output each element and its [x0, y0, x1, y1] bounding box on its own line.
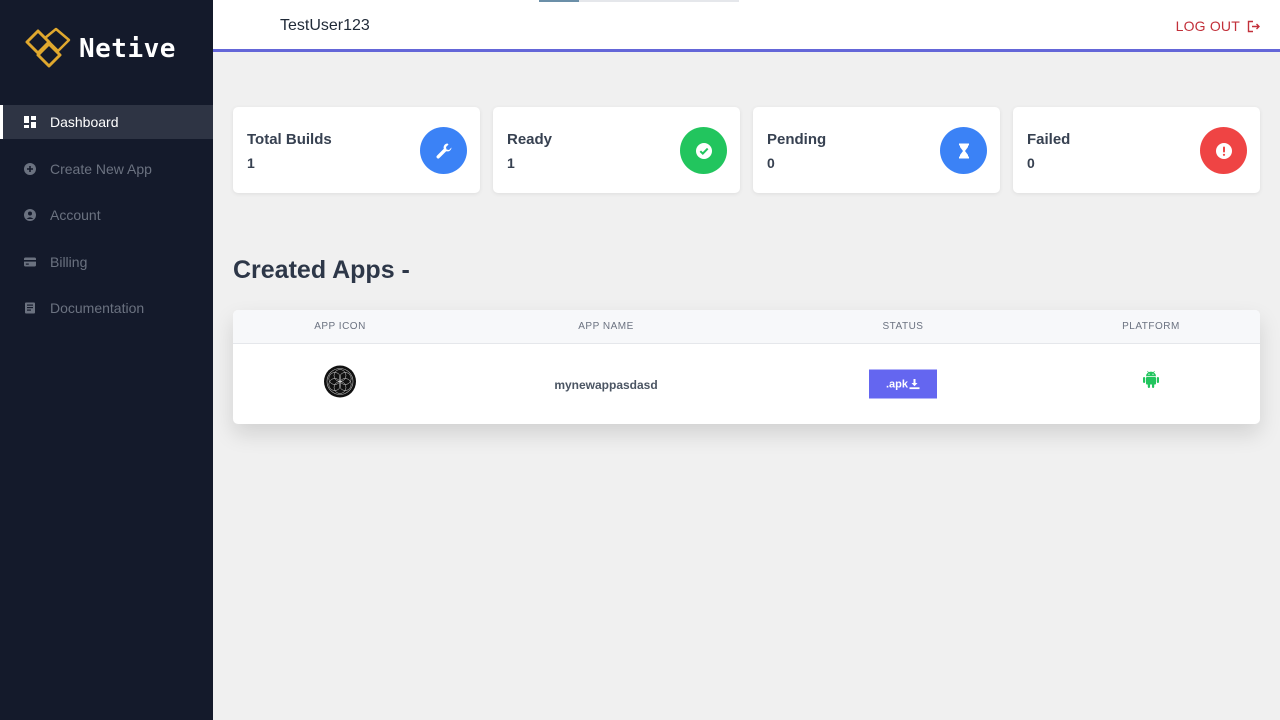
stat-card-ready: Ready 1	[493, 107, 740, 193]
column-header-app-icon: APP ICON	[314, 321, 366, 332]
stat-title: Failed	[1027, 131, 1071, 148]
stat-card-failed: Failed 0	[1013, 107, 1260, 193]
stat-card-total-builds: Total Builds 1	[233, 107, 480, 193]
plus-circle-icon	[24, 162, 36, 175]
credit-card-icon	[24, 256, 36, 268]
book-icon	[24, 302, 36, 314]
sidebar-item-label: Dashboard	[50, 114, 119, 130]
brand[interactable]: Netive	[25, 26, 176, 72]
sidebar-item-label: Create New App	[50, 160, 152, 177]
sidebar-item-label: Account	[50, 207, 101, 223]
wrench-icon	[420, 127, 467, 174]
stat-card-pending: Pending 0	[753, 107, 1000, 193]
sidebar-item-documentation[interactable]: Documentation	[0, 291, 213, 325]
exclamation-icon	[1200, 127, 1247, 174]
dashboard-icon	[24, 116, 36, 128]
header-scroll-indicator	[539, 0, 739, 2]
android-icon	[1143, 370, 1160, 394]
sidebar: Netive Dashboard Create New App Account …	[0, 0, 213, 720]
top-header: TestUser123 LOG OUT	[213, 0, 1280, 52]
sidebar-item-account[interactable]: Account	[0, 198, 213, 232]
logout-label: LOG OUT	[1175, 18, 1240, 34]
sidebar-item-label: Billing	[50, 253, 88, 270]
sidebar-item-create-new-app[interactable]: Create New App	[0, 152, 213, 186]
sidebar-item-billing[interactable]: Billing	[0, 245, 213, 279]
logout-icon	[1247, 20, 1260, 32]
stat-title: Pending	[767, 131, 827, 148]
column-header-status: STATUS	[882, 321, 924, 332]
download-apk-button[interactable]: .apk	[869, 369, 937, 399]
stat-value: 1	[247, 155, 255, 171]
sidebar-item-label: Documentation	[50, 300, 145, 316]
apps-table: APP ICON APP NAME STATUS PLATFORM mynewa…	[233, 310, 1260, 424]
check-circle-icon	[680, 127, 727, 174]
download-icon	[909, 379, 920, 390]
user-circle-icon	[24, 209, 36, 221]
column-header-app-name: APP NAME	[578, 321, 634, 332]
stat-value: 0	[767, 155, 775, 171]
netive-logo-icon	[25, 27, 71, 68]
app-name-cell: mynewappasdasd	[554, 378, 658, 392]
created-apps-title: Created Apps -	[233, 256, 410, 284]
app-logo-icon	[324, 365, 357, 403]
table-header: APP ICON APP NAME STATUS PLATFORM	[233, 310, 1260, 344]
logout-button[interactable]: LOG OUT	[1176, 18, 1260, 34]
sidebar-nav: Dashboard Create New App Account Billing…	[0, 105, 213, 338]
brand-name: Netive	[79, 34, 176, 64]
stat-title: Ready	[507, 131, 553, 148]
stat-title: Total Builds	[247, 131, 332, 148]
stat-value: 0	[1027, 155, 1035, 171]
stat-value: 1	[507, 155, 515, 171]
column-header-platform: PLATFORM	[1122, 321, 1180, 332]
apk-label: .apk	[885, 378, 908, 390]
username: TestUser123	[280, 17, 370, 34]
hourglass-icon	[940, 127, 987, 174]
sidebar-item-dashboard[interactable]: Dashboard	[0, 105, 213, 139]
